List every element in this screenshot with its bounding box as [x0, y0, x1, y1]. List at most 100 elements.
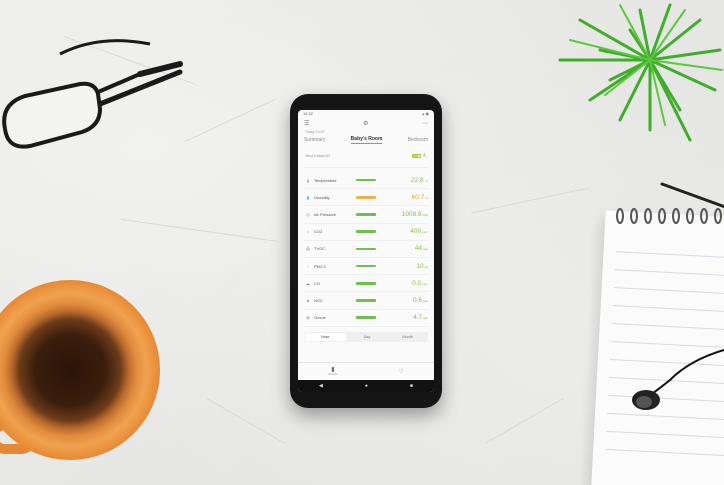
battery-status: 4.	[411, 153, 427, 159]
metric-value-number: 4.7	[412, 314, 422, 322]
metric-row[interactable]: 💧 Humidity 60.7%	[304, 189, 428, 207]
metric-unit: μg	[424, 264, 428, 269]
metric-row[interactable]: 🌡 Temperature 22.8°C	[304, 172, 428, 190]
metric-label: CO	[314, 280, 320, 286]
metric-unit: ppb	[422, 316, 428, 321]
status-time: 15:32	[303, 111, 314, 116]
settings-icon[interactable]: ⚙	[363, 121, 368, 127]
metric-label: Ozone	[314, 315, 326, 321]
metric-label: Temperature	[314, 177, 337, 183]
metric-row[interactable]: ◈ NO2 0.6ppb	[304, 292, 428, 310]
potted-plant	[558, 3, 723, 142]
metric-unit: hPa	[422, 212, 428, 217]
app-bar: ☰ ⚙ ⋯	[298, 118, 434, 130]
metric-label: TVOC	[314, 246, 326, 252]
metric-unit: %	[425, 195, 428, 200]
metric-value-number: 0.6	[412, 296, 422, 304]
metric-row[interactable]: ○ CO2 400ppm	[304, 224, 428, 241]
coffee-mug	[0, 280, 160, 460]
device-row: Vinol Indoor ID 4.	[298, 145, 434, 167]
thermometer-icon: 🌡	[305, 177, 311, 183]
tab-bedroom[interactable]: Bedroom	[408, 137, 428, 143]
metric-value-number: 60.7	[411, 193, 425, 201]
menu-icon[interactable]: ☰	[304, 121, 309, 127]
metric-value: 22.8°C	[384, 177, 428, 184]
time-range-selector: Hour Day Month	[304, 331, 428, 342]
metric-label: NO2	[314, 297, 323, 303]
range-month-button[interactable]: Month	[387, 332, 428, 342]
metric-level-bar	[356, 230, 376, 233]
metric-row[interactable]: ☁ CO 0.0ppm	[304, 275, 428, 293]
metric-level-bar	[356, 264, 376, 268]
metric-level-bar	[356, 195, 376, 199]
metric-unit: ppm	[422, 281, 428, 286]
smartphone: 15:32 ▴ ◉ ☰ ⚙ ⋯ Today 14:07 Summary Baby…	[290, 94, 442, 408]
range-day-button[interactable]: Day	[347, 332, 388, 342]
metric-value: 44ppb	[384, 245, 428, 252]
metric-value-number: 22.8	[410, 176, 424, 184]
nav-devices-label: Devices	[328, 373, 338, 376]
metric-value: 4.7ppb	[384, 314, 428, 321]
metric-label: Humidity	[314, 194, 330, 200]
metric-level-bar	[356, 281, 376, 285]
metric-level-bar	[356, 247, 376, 251]
pm25-icon: ⁖	[306, 263, 310, 269]
range-hour-button[interactable]: Hour	[305, 332, 346, 341]
metric-level-bar	[356, 316, 376, 319]
metric-level-bar	[356, 299, 376, 302]
metric-value: 0.6ppb	[384, 297, 428, 304]
status-icons: ▴ ◉	[422, 111, 429, 116]
nav-devices[interactable]: ▮ Devices	[328, 367, 337, 376]
tvoc-icon: ⁂	[306, 246, 310, 252]
metric-row[interactable]: ◎ Air Pressure 1008.8hPa	[304, 206, 428, 224]
metric-label: PM2.5	[314, 263, 326, 269]
eyeglasses	[2, 39, 183, 149]
metric-value: 400ppm	[384, 228, 428, 235]
metric-value: 60.7%	[384, 194, 428, 201]
metric-row[interactable]: ⁖ PM2.5 10μg	[304, 258, 428, 276]
metric-level-bar	[356, 178, 376, 182]
metric-value-number: 1008.8	[401, 210, 422, 218]
metric-row[interactable]: ◍ Ozone 4.7ppb	[304, 310, 428, 327]
tab-babys-room[interactable]: Baby's Room	[350, 136, 383, 144]
pressure-icon: ◎	[306, 211, 310, 217]
metric-value: 1008.8hPa	[384, 211, 428, 218]
status-bar: 15:32 ▴ ◉	[298, 110, 434, 118]
metric-row[interactable]: ⁂ TVOC 44ppb	[304, 241, 428, 258]
device-name: Vinol Indoor ID	[305, 154, 331, 158]
system-nav-bar: ◀ ● ■	[298, 380, 434, 392]
metric-label: Air Pressure	[314, 211, 337, 217]
notepad-spiral-rings	[616, 208, 722, 224]
metric-unit: °C	[424, 178, 428, 183]
metric-value-number: 400	[410, 228, 422, 236]
phone-screen: 15:32 ▴ ◉ ☰ ⚙ ⋯ Today 14:07 Summary Baby…	[298, 110, 434, 392]
marble-vein	[485, 397, 565, 444]
battery-value: 4.	[422, 153, 427, 159]
tab-summary[interactable]: Summary	[304, 137, 325, 143]
bottom-nav: ▮ Devices ♡	[298, 362, 434, 380]
metric-unit: ppm	[422, 230, 428, 235]
metric-value: 0.0ppm	[384, 280, 428, 287]
lightbulb-icon: ♡	[398, 368, 404, 375]
recents-icon[interactable]: ■	[410, 383, 413, 389]
battery-icon	[411, 153, 421, 159]
marble-vein	[120, 218, 280, 243]
metric-value-number: 10	[416, 262, 424, 270]
back-icon[interactable]: ◀	[319, 383, 323, 389]
marble-vein	[471, 187, 589, 214]
earphone	[632, 349, 724, 410]
room-tabs: Summary Baby's Room Bedroom	[298, 135, 434, 145]
humidity-icon: 💧	[305, 194, 311, 200]
desk-background: 15:32 ▴ ◉ ☰ ⚙ ⋯ Today 14:07 Summary Baby…	[0, 0, 724, 485]
metric-label: CO2	[314, 229, 323, 235]
nav-lightbulb[interactable]: ♡	[398, 369, 403, 375]
marble-vein	[205, 397, 285, 444]
no2-icon: ◈	[306, 297, 310, 303]
co-icon: ☁	[306, 280, 310, 286]
home-icon[interactable]: ●	[365, 383, 368, 389]
metric-value-number: 0.0	[412, 279, 422, 287]
metric-level-bar	[356, 213, 376, 216]
more-icon[interactable]: ⋯	[422, 121, 428, 127]
ozone-icon: ◍	[306, 315, 310, 321]
metrics-list: 🌡 Temperature 22.8°C 💧 Humidity 60.7% ◎ Air Pre…	[298, 168, 434, 327]
